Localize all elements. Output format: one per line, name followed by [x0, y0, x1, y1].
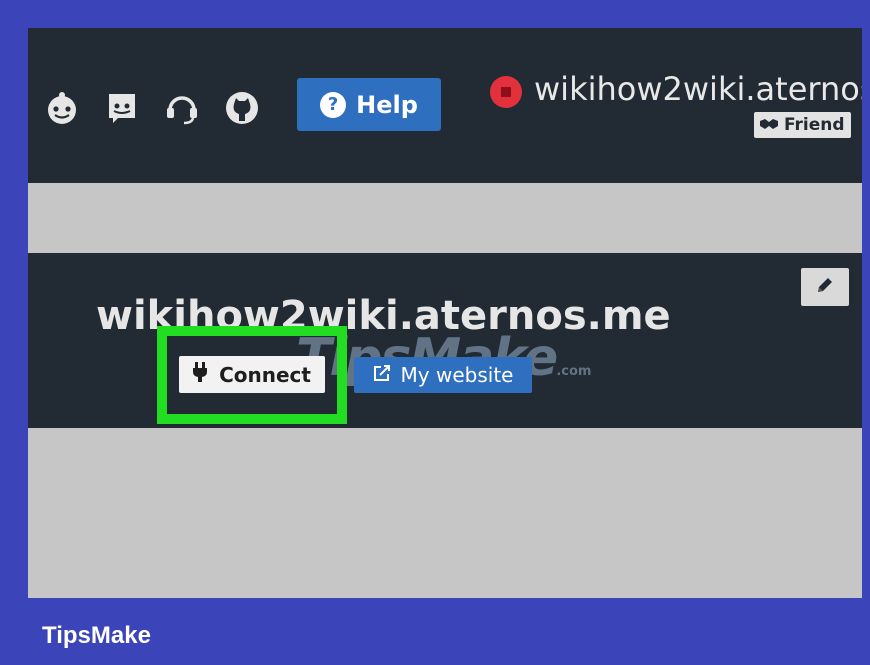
help-button[interactable]: ? Help — [297, 78, 441, 131]
website-label: My website — [400, 363, 514, 387]
screenshot-frame: ? Help wikihow2wiki.aternos Friend wikih… — [28, 28, 862, 598]
top-bar: ? Help wikihow2wiki.aternos Friend — [28, 28, 862, 183]
handshake-icon — [760, 116, 778, 134]
server-title: wikihow2wiki.aternos — [534, 70, 862, 108]
server-status-icon — [490, 76, 522, 108]
plug-icon — [193, 362, 208, 387]
github-icon[interactable] — [224, 90, 260, 126]
server-card: wikihow2wiki.aternos.me TipsMake.com Con… — [28, 253, 862, 428]
brand-label: TipsMake — [42, 622, 151, 649]
friend-label: Friend — [784, 115, 845, 135]
question-circle-icon: ? — [320, 91, 347, 118]
my-website-button[interactable]: My website — [354, 357, 532, 393]
help-label: Help — [356, 90, 418, 119]
reddit-icon[interactable] — [44, 90, 80, 126]
external-link-icon — [373, 363, 391, 387]
friend-badge[interactable]: Friend — [754, 112, 851, 138]
connect-button[interactable]: Connect — [179, 356, 325, 393]
pencil-icon — [815, 275, 835, 299]
edit-button[interactable] — [801, 268, 849, 306]
support-headset-icon[interactable] — [164, 90, 200, 126]
discord-icon[interactable] — [104, 90, 140, 126]
connect-label: Connect — [219, 362, 311, 387]
